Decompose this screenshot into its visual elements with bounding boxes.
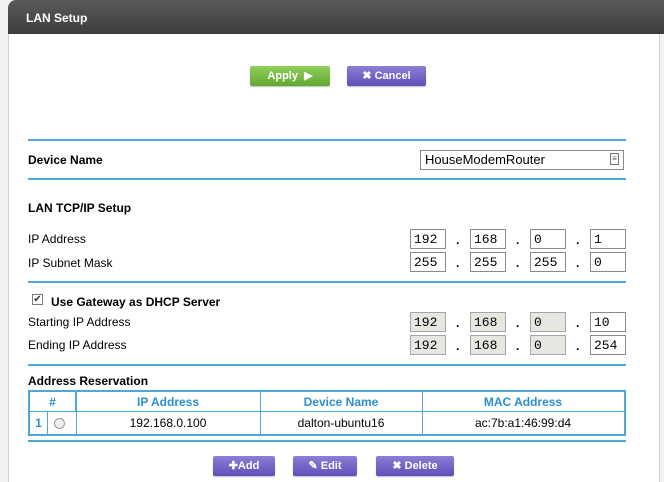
row-device-name: dalton-ubuntu16	[297, 416, 385, 430]
starting-ip-octet-2: 168	[470, 312, 506, 332]
ending-ip-octet-1: 192	[410, 335, 446, 355]
ending-ip-octet-4[interactable]: 254	[590, 335, 626, 355]
checkmark-icon: ✔	[33, 294, 42, 305]
octet-separator: .	[456, 233, 460, 247]
subnet-mask-octet-2[interactable]: 255	[470, 252, 506, 272]
row-select-radio[interactable]	[54, 418, 65, 429]
octet-separator: .	[516, 316, 520, 330]
octet-separator: .	[576, 256, 580, 270]
subnet-mask-label: IP Subnet Mask	[28, 256, 113, 270]
divider	[28, 281, 626, 283]
divider	[28, 440, 626, 442]
starting-ip-octet-1: 192	[410, 312, 446, 332]
contact-card-icon: ≡	[610, 153, 619, 165]
page-title: LAN Setup	[26, 11, 88, 25]
column-header-mac-address: MAC Address	[422, 392, 624, 412]
subnet-mask-octet-1[interactable]: 255	[410, 252, 446, 272]
octet-separator: .	[456, 316, 460, 330]
octet-separator: .	[516, 256, 520, 270]
octet-separator: .	[576, 339, 580, 353]
starting-ip-octet-3: 0	[530, 312, 566, 332]
reservation-table: # IP Address Device Name MAC Address 1 1…	[28, 390, 626, 436]
delete-button[interactable]: ✖ Delete	[376, 456, 454, 476]
ip-address-octet-1[interactable]: 192	[410, 229, 446, 249]
delete-label: Delete	[404, 460, 438, 472]
dhcp-server-checkbox[interactable]: ✔	[32, 294, 43, 305]
subnet-mask-octet-4[interactable]: 0	[590, 252, 626, 272]
apply-button[interactable]: Apply ▶	[250, 66, 330, 86]
row-index: 1	[30, 412, 48, 434]
device-name-label: Device Name	[28, 153, 103, 167]
lan-tcpip-section-title: LAN TCP/IP Setup	[28, 201, 132, 215]
octet-separator: .	[576, 316, 580, 330]
address-reservation-title: Address Reservation	[28, 374, 149, 388]
column-header-index: #	[30, 392, 76, 412]
device-name-value: HouseModemRouter	[425, 152, 545, 167]
starting-ip-octet-4[interactable]: 10	[590, 312, 626, 332]
close-icon: ✖	[362, 70, 372, 82]
router-admin-frame: LAN Setup Apply ▶ ✖ Cancel Device Name H…	[0, 0, 664, 482]
ending-ip-label: Ending IP Address	[28, 338, 127, 352]
apply-label: Apply	[267, 70, 298, 82]
close-icon: ✖	[392, 460, 402, 472]
cancel-label: Cancel	[374, 70, 411, 82]
column-header-ip-address: IP Address	[76, 392, 260, 412]
subnet-mask-octet-3[interactable]: 255	[530, 252, 566, 272]
octet-separator: .	[576, 233, 580, 247]
octet-separator: .	[516, 339, 520, 353]
starting-ip-label: Starting IP Address	[28, 315, 131, 329]
ip-address-octet-3[interactable]: 0	[530, 229, 566, 249]
play-right-icon: ▶	[301, 70, 313, 82]
row-mac-address: ac:7b:a1:46:99:d4	[474, 416, 572, 430]
octet-separator: .	[456, 256, 460, 270]
add-label: Add	[237, 460, 260, 472]
cancel-button[interactable]: ✖ Cancel	[347, 66, 426, 86]
device-name-field[interactable]: HouseModemRouter ≡	[420, 150, 624, 170]
edit-label: Edit	[320, 460, 342, 472]
ending-ip-octet-3: 0	[530, 335, 566, 355]
octet-separator: .	[456, 339, 460, 353]
ip-address-label: IP Address	[28, 232, 86, 246]
octet-separator: .	[516, 233, 520, 247]
column-header-device-name: Device Name	[260, 392, 422, 412]
divider	[28, 139, 626, 141]
dhcp-server-label: Use Gateway as DHCP Server	[51, 295, 221, 309]
divider	[28, 178, 626, 180]
ip-address-octet-2[interactable]: 168	[470, 229, 506, 249]
pencil-icon: ✎	[308, 460, 318, 472]
add-button[interactable]: ✚Add	[213, 456, 275, 476]
ip-address-octet-4[interactable]: 1	[590, 229, 626, 249]
ending-ip-octet-2: 168	[470, 335, 506, 355]
page-header: LAN Setup	[8, 0, 664, 34]
edit-button[interactable]: ✎ Edit	[293, 456, 357, 476]
row-ip-address: 192.168.0.100	[129, 416, 207, 430]
plus-icon: ✚	[228, 460, 238, 472]
divider	[28, 364, 626, 366]
